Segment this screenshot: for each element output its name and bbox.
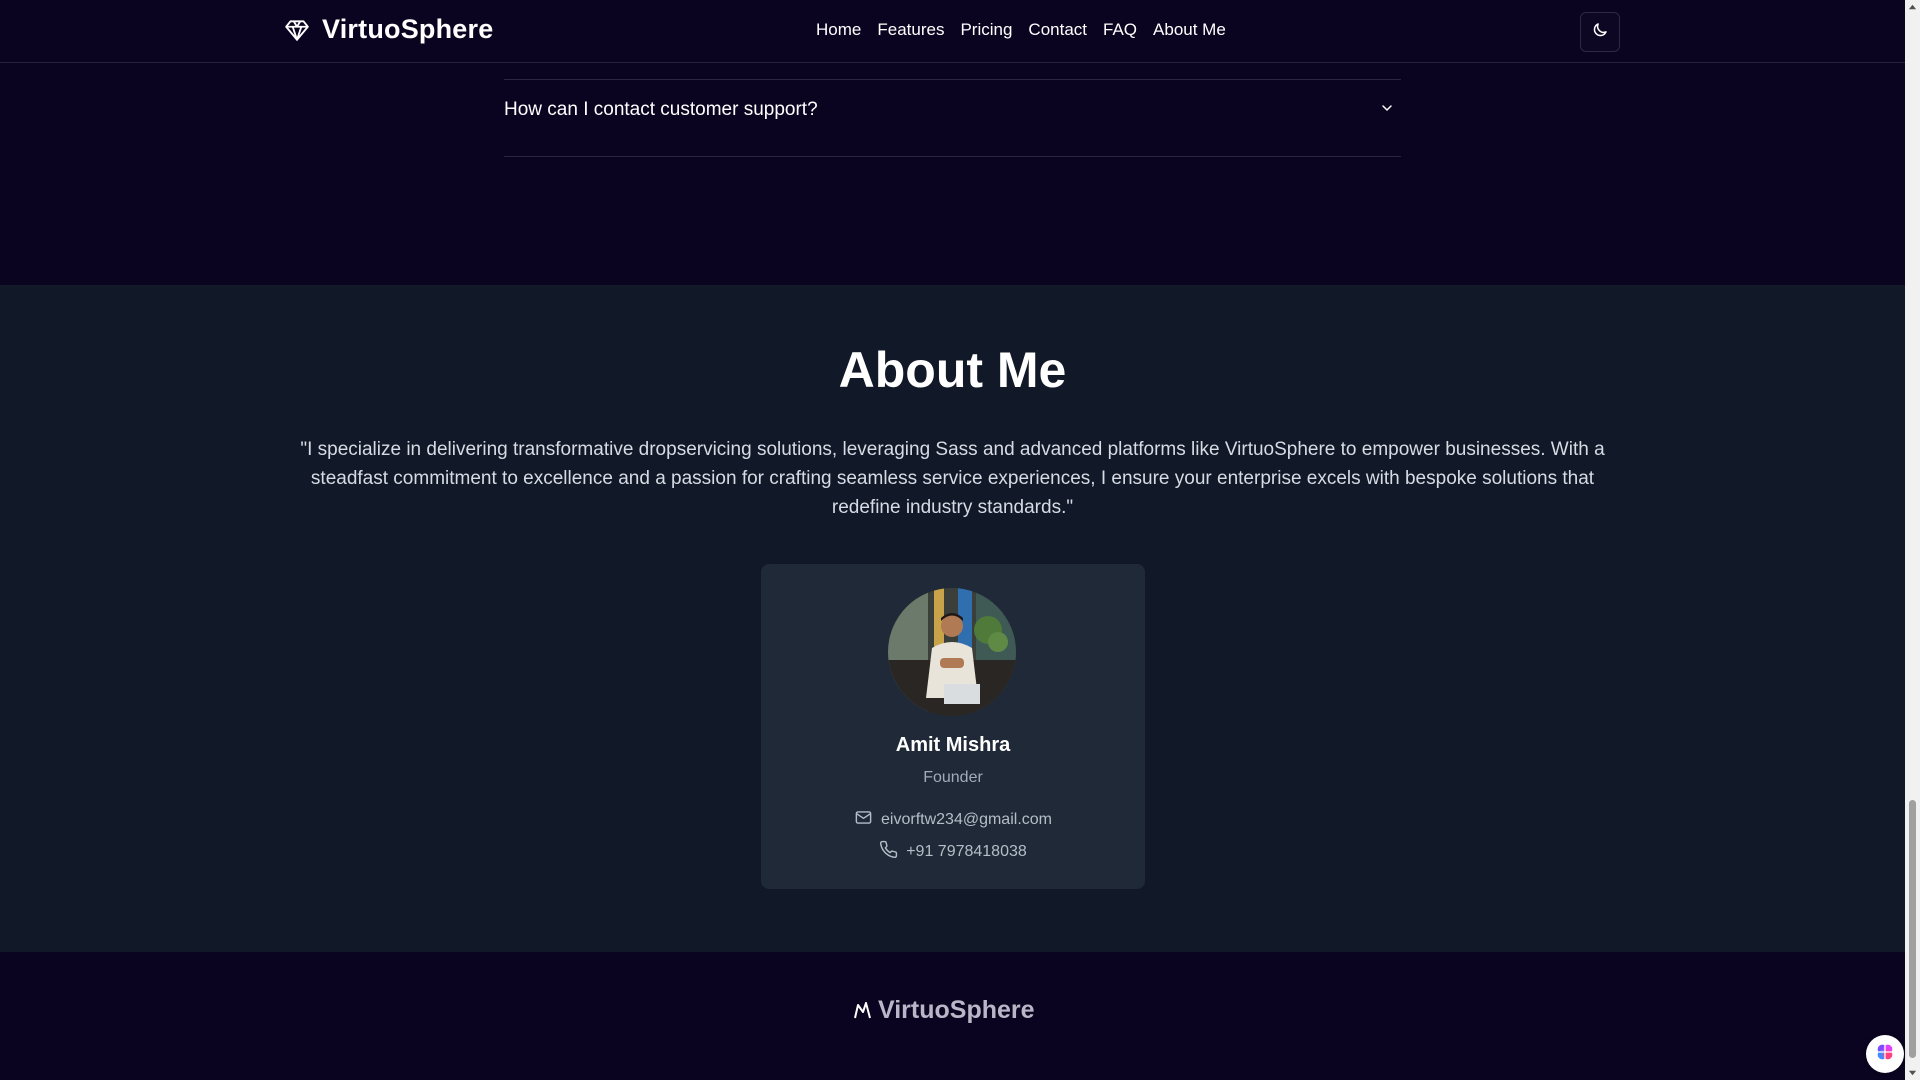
brain-icon xyxy=(1874,1041,1896,1067)
nav-link-features[interactable]: Features xyxy=(877,20,944,40)
avatar xyxy=(888,588,1016,716)
footer-brand-name: VirtuoSphere xyxy=(878,996,1035,1024)
brand-logo-link[interactable]: VirtuoSphere xyxy=(284,14,493,45)
page: VirtuoSphere Home Features Pricing Conta… xyxy=(0,0,1905,1080)
diamond-icon xyxy=(284,17,310,43)
profile-name: Amit Mishra xyxy=(895,734,1011,756)
footer-brand-link[interactable]: VirtuoSphere xyxy=(852,996,1035,1025)
page-scrollbar[interactable] xyxy=(1905,0,1920,1080)
profile-card: Amit Mishra Founder eivorftw234@gmail.co… xyxy=(761,564,1145,889)
nav-link-faq[interactable]: FAQ xyxy=(1103,20,1137,40)
email-text: eivorftw234@gmail.com xyxy=(881,811,1052,828)
nav-links: Home Features Pricing Contact FAQ About … xyxy=(816,20,1226,40)
email-contact[interactable]: eivorftw234@gmail.com xyxy=(761,808,1145,832)
scrollbar-thumb[interactable] xyxy=(1909,800,1916,1058)
phone-contact[interactable]: +91 7978418038 xyxy=(761,840,1145,864)
crown-logo-icon xyxy=(852,997,876,1025)
theme-toggle-button[interactable] xyxy=(1580,12,1620,52)
faq-item-contact-support[interactable]: How can I contact customer support? xyxy=(504,80,1401,140)
nav-link-about-me[interactable]: About Me xyxy=(1153,20,1226,40)
about-quote: "I specialize in delivering transformati… xyxy=(300,439,1605,518)
faq-divider xyxy=(504,156,1401,157)
moon-icon xyxy=(1591,21,1609,43)
floating-assistant-button[interactable] xyxy=(1866,1035,1904,1073)
nav-link-home[interactable]: Home xyxy=(816,20,861,40)
faq-question: How can I contact customer support? xyxy=(504,99,818,120)
scroll-up-arrow-icon[interactable] xyxy=(1908,3,1917,12)
top-navbar: VirtuoSphere Home Features Pricing Conta… xyxy=(0,0,1905,63)
nav-link-contact[interactable]: Contact xyxy=(1028,20,1087,40)
phone-icon xyxy=(879,840,898,864)
mail-icon xyxy=(854,808,873,832)
nav-link-pricing[interactable]: Pricing xyxy=(960,20,1012,40)
about-section: About Me "I specialize in delivering tra… xyxy=(0,285,1905,952)
profile-role: Founder xyxy=(923,769,983,786)
scroll-down-arrow-icon[interactable] xyxy=(1908,1068,1917,1077)
phone-text: +91 7978418038 xyxy=(906,843,1027,860)
about-title: About Me xyxy=(838,342,1067,398)
brand-name: VirtuoSphere xyxy=(322,14,494,44)
faq-section: How can I contact customer support? xyxy=(0,63,1905,285)
chevron-down-icon xyxy=(1379,100,1401,120)
footer: VirtuoSphere xyxy=(0,952,1905,1080)
